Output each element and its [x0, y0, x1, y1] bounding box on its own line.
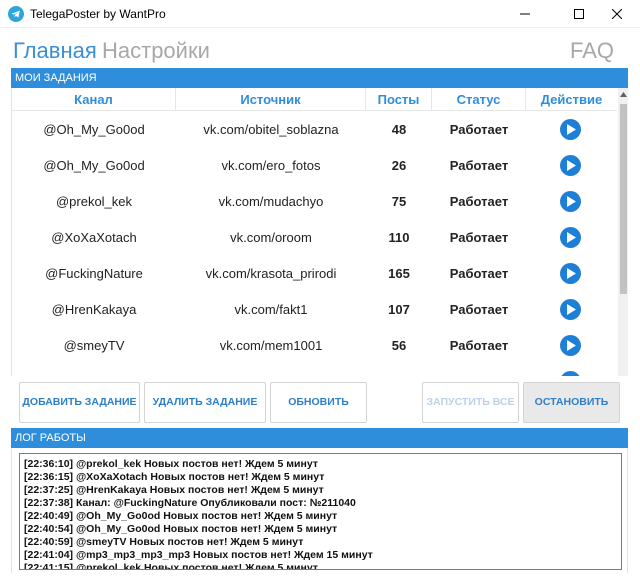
cell-posts: 107 — [388, 302, 410, 317]
log-line: [22:36:10] @prekol_kek Новых постов нет!… — [24, 458, 318, 470]
cell-status: Работает — [449, 122, 509, 137]
play-button[interactable] — [560, 263, 581, 284]
telegram-icon — [8, 6, 24, 22]
play-button[interactable] — [560, 335, 581, 356]
tab-faq[interactable]: FAQ — [570, 38, 614, 64]
play-icon — [567, 196, 576, 207]
play-button[interactable] — [560, 119, 581, 140]
play-button[interactable] — [560, 191, 581, 212]
table-row[interactable]: @FuckingNature vk.com/krasota_prirodi 16… — [12, 256, 617, 292]
play-icon — [567, 124, 576, 135]
scroll-up-icon[interactable] — [620, 92, 627, 97]
cell-status: Работает — [449, 266, 509, 281]
cell-source: vk.com/oroom — [230, 230, 312, 245]
table-header: Канал Источник Посты Статус Действие — [12, 88, 617, 111]
delete-task-button[interactable]: УДАЛИТЬ ЗАДАНИЕ — [144, 382, 266, 423]
cell-channel: @HrenKakaya — [51, 302, 137, 317]
play-icon — [567, 340, 576, 351]
tasks-section-header: МОИ ЗАДАНИЯ — [11, 68, 628, 88]
table-row[interactable] — [12, 364, 617, 376]
log-line: [22:40:49] @Oh_My_Go0od Новых постов нет… — [24, 510, 338, 522]
table-row[interactable]: @Oh_My_Go0od vk.com/obitel_soblazna 48 Р… — [12, 112, 617, 148]
play-icon — [567, 304, 576, 315]
close-button[interactable] — [594, 0, 640, 28]
column-header-action[interactable]: Действие — [526, 88, 617, 111]
refresh-button[interactable]: ОБНОВИТЬ — [270, 382, 367, 423]
table-row[interactable]: @HrenKakaya vk.com/fakt1 107 Работает — [12, 292, 617, 328]
stop-all-button[interactable]: ОСТАНОВИТЬ ВСЕ — [523, 382, 620, 447]
cell-channel: @smeyTV — [63, 338, 125, 353]
log-line: [22:36:15] @XoXaXotach Новых постов нет!… — [24, 471, 325, 483]
tab-settings[interactable]: Настройки — [102, 38, 210, 64]
title-bar: TelegaPoster by WantPro — [0, 0, 640, 28]
cell-posts: 75 — [391, 194, 407, 209]
log-line: [22:37:38] Канал: @FuckingNature Опублик… — [24, 497, 356, 509]
play-button[interactable] — [560, 371, 581, 376]
column-header-status[interactable]: Статус — [432, 88, 526, 111]
tasks-table: Канал Источник Посты Статус Действие @Oh… — [11, 88, 628, 376]
cell-posts: 110 — [388, 230, 410, 245]
cell-status: Работает — [449, 302, 509, 317]
cell-source: vk.com/krasota_prirodi — [205, 266, 337, 281]
play-icon — [567, 232, 576, 243]
tab-main[interactable]: Главная — [13, 38, 97, 64]
cell-channel: @XoXaXotach — [51, 230, 137, 245]
table-row[interactable]: @XoXaXotach vk.com/oroom 110 Работает — [12, 220, 617, 256]
close-icon — [612, 9, 622, 19]
cell-status: Работает — [449, 158, 509, 173]
cell-status: Работает — [449, 194, 509, 209]
log-textbox[interactable]: [22:36:10] @prekol_kek Новых постов нет!… — [19, 453, 622, 570]
log-line: [22:40:54] @Oh_My_Go0od Новых постов нет… — [24, 523, 338, 535]
column-header-posts[interactable]: Посты — [366, 88, 432, 111]
table-row[interactable]: @prekol_kek vk.com/mudachyo 75 Работает — [12, 184, 617, 220]
cell-channel: @prekol_kek — [55, 194, 133, 209]
window-title: TelegaPoster by WantPro — [30, 7, 166, 21]
table-row[interactable]: @Oh_My_Go0od vk.com/ero_fotos 26 Работае… — [12, 148, 617, 184]
cell-status: Работает — [449, 230, 509, 245]
log-line: [22:41:15] @prekol_kek Новых постов нет!… — [24, 562, 318, 570]
cell-source: vk.com/obitel_soblazna — [203, 122, 339, 137]
play-button[interactable] — [560, 227, 581, 248]
cell-posts: 48 — [391, 122, 407, 137]
maximize-icon — [574, 9, 584, 19]
cell-status: Работает — [449, 338, 509, 353]
table-scrollbar[interactable] — [618, 88, 628, 376]
scrollbar-thumb[interactable] — [620, 104, 627, 294]
cell-channel: @Oh_My_Go0od — [43, 122, 145, 137]
play-icon — [567, 268, 576, 279]
cell-posts: 165 — [388, 266, 410, 281]
cell-posts: 26 — [391, 158, 407, 173]
play-icon — [567, 160, 576, 171]
cell-source: vk.com/fakt1 — [234, 302, 308, 317]
cell-source: vk.com/mem1001 — [219, 338, 323, 353]
column-header-channel[interactable]: Канал — [12, 88, 176, 111]
log-line: [22:41:04] @mp3_mp3_mp3_mp3 Новых постов… — [24, 549, 373, 561]
log-line: [22:37:25] @HrenKakaya Новых постов нет!… — [24, 484, 324, 496]
cell-source: vk.com/ero_fotos — [221, 158, 321, 173]
add-task-button[interactable]: ДОБАВИТЬ ЗАДАНИЕ — [19, 382, 140, 423]
column-header-source[interactable]: Источник — [176, 88, 366, 111]
play-button[interactable] — [560, 155, 581, 176]
minimize-icon — [520, 13, 530, 15]
cell-channel: @Oh_My_Go0od — [43, 158, 145, 173]
play-button[interactable] — [560, 299, 581, 320]
log-section-header: ЛОГ РАБОТЫ — [11, 428, 628, 448]
minimize-button[interactable] — [502, 0, 548, 28]
log-line: [22:40:59] @smeyTV Новых постов нет! Жде… — [24, 536, 304, 548]
table-row[interactable]: @smeyTV vk.com/mem1001 56 Работает — [12, 328, 617, 364]
log-panel: [22:36:10] @prekol_kek Новых постов нет!… — [11, 448, 628, 573]
start-all-button[interactable]: ЗАПУСТИТЬ ВСЕ — [422, 382, 519, 423]
cell-channel: @FuckingNature — [45, 266, 143, 281]
cell-posts: 56 — [391, 338, 407, 353]
cell-source: vk.com/mudachyo — [218, 194, 324, 209]
